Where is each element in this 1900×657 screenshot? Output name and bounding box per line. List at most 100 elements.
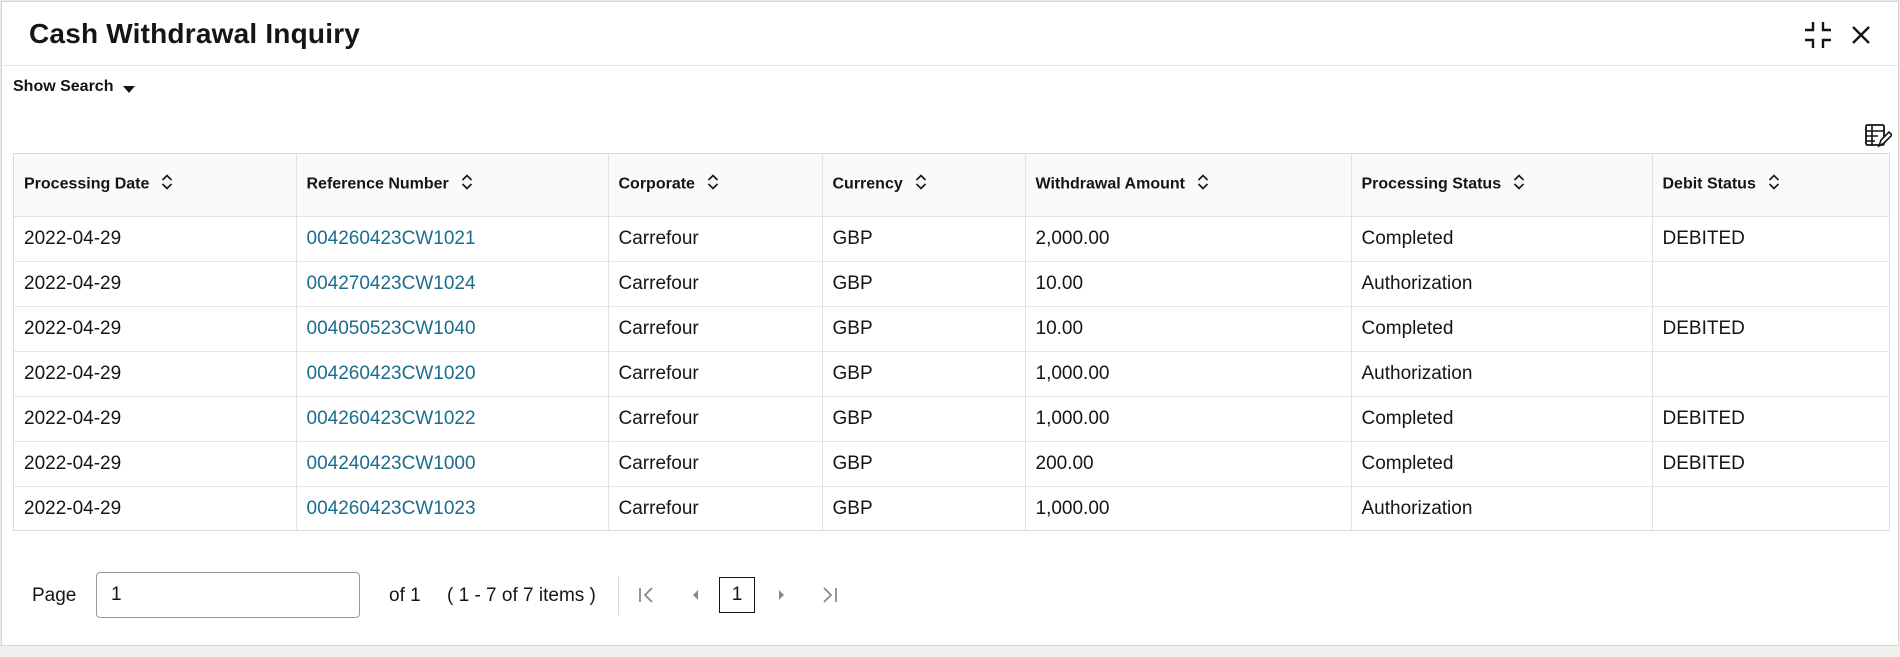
- table-cell: 10.00: [1025, 305, 1352, 351]
- table-cell: Authorization: [1351, 260, 1653, 306]
- reference-number-link[interactable]: 004260423CW1021: [307, 228, 476, 249]
- column-header[interactable]: Reference Number: [296, 154, 609, 217]
- table-cell: DEBITED: [1652, 305, 1889, 351]
- table-row: 2022-04-29 004260423CW1023 Carrefour GBP 1,0…: [14, 485, 1889, 531]
- last-page-icon: [823, 587, 837, 603]
- table-row: 2022-04-29 004260423CW1020 Carrefour GBP 1,0…: [14, 350, 1889, 396]
- table-row: 2022-04-29 004260423CW1022 Carrefour GBP 1,0…: [14, 395, 1889, 441]
- table-cell: Completed: [1351, 440, 1653, 486]
- table-cell: Carrefour: [608, 260, 823, 306]
- table-cell: DEBITED: [1652, 440, 1889, 486]
- table-cell: 1,000.00: [1025, 395, 1352, 441]
- sort-icon[interactable]: [1513, 173, 1525, 196]
- table-cell: 1,000.00: [1025, 485, 1352, 531]
- table-cell: 2022-04-29: [14, 485, 297, 531]
- items-count-label: ( 1 - 7 of 7 items ): [447, 585, 596, 606]
- table-cell: DEBITED: [1662, 227, 1745, 249]
- next-page-button[interactable]: [768, 581, 796, 609]
- table-cell: 004260423CW1023: [296, 485, 609, 531]
- edit-columns-button[interactable]: [1864, 122, 1894, 150]
- sort-icon[interactable]: [1768, 173, 1780, 196]
- column-header-label: Currency: [832, 175, 903, 193]
- last-page-button[interactable]: [816, 581, 844, 609]
- column-header-label: Processing Date: [24, 175, 150, 193]
- table-row: 2022-04-29 004240423CW1000 Carrefour GBP 200…: [14, 440, 1889, 486]
- table-cell: 004270423CW1024: [296, 260, 609, 306]
- table-cell: 2022-04-29: [14, 216, 297, 261]
- column-header[interactable]: Currency: [822, 154, 1026, 217]
- sort-icon[interactable]: [1197, 173, 1209, 196]
- page-of-label: of 1: [389, 585, 421, 606]
- table-cell: Carrefour: [608, 350, 823, 396]
- table-row: 2022-04-29 004050523CW1040 Carrefour GBP 10.…: [14, 305, 1889, 351]
- withdrawal-table: Processing Date Reference Number Corporate…: [13, 153, 1890, 531]
- table-cell: Carrefour: [608, 305, 823, 351]
- table-row: 2022-04-29 004270423CW1024 Carrefour GBP 10.…: [14, 260, 1889, 306]
- page-title: Cash Withdrawal Inquiry: [29, 18, 361, 49]
- column-header[interactable]: Processing Status: [1351, 154, 1653, 217]
- table-row: 2022-04-29 004260423CW1021 Carrefour GBP 2,0…: [14, 216, 1889, 261]
- sort-icon[interactable]: [461, 173, 473, 196]
- column-header[interactable]: Withdrawal Amount: [1025, 154, 1352, 217]
- table-cell: GBP: [822, 440, 1026, 486]
- table-cell: GBP: [822, 305, 1026, 351]
- table-cell: 2022-04-29: [14, 350, 297, 396]
- minimize-button[interactable]: [1803, 20, 1833, 50]
- show-search-toggle[interactable]: Show Search: [13, 78, 136, 96]
- edit-columns-icon: [1865, 124, 1894, 148]
- column-header-label: Debit Status: [1662, 175, 1756, 193]
- column-header[interactable]: Processing Date: [14, 154, 297, 217]
- table-body: 2022-04-29 004260423CW1021 Carrefour GBP 2,0…: [14, 216, 1889, 531]
- column-header-label: Corporate: [618, 175, 695, 193]
- table-cell: 2,000.00: [1025, 216, 1352, 261]
- table-cell: 2022-04-29: [14, 260, 297, 306]
- table-cell: 004260423CW1020: [296, 350, 609, 396]
- table-cell: Completed: [1351, 216, 1653, 261]
- table-cell: GBP: [822, 485, 1026, 531]
- table-cell: 200.00: [1025, 440, 1352, 486]
- previous-page-button[interactable]: [681, 581, 709, 609]
- reference-number-link[interactable]: 004260423CW1020: [307, 363, 476, 384]
- table-cell: Carrefour: [608, 216, 823, 261]
- page-footer-strip: [0, 646, 1900, 657]
- column-header[interactable]: Debit Status: [1652, 154, 1889, 217]
- table-cell: Carrefour: [608, 485, 823, 531]
- table-cell: DEBITED: [1652, 395, 1889, 441]
- current-page-button[interactable]: 1: [719, 577, 755, 613]
- table-cell: Completed: [1351, 395, 1653, 441]
- table-cell: 004260423CW1021: [296, 216, 609, 261]
- reference-number-link[interactable]: 004260423CW1022: [307, 408, 476, 429]
- reference-number-link[interactable]: 004050523CW1040: [307, 318, 476, 339]
- sort-icon[interactable]: [161, 173, 173, 196]
- table-cell: 10.00: [1025, 260, 1352, 306]
- first-page-icon: [639, 587, 653, 603]
- column-header[interactable]: Corporate: [608, 154, 823, 217]
- column-header-label: Withdrawal Amount: [1035, 175, 1185, 193]
- page-label: Page: [32, 585, 77, 606]
- table-header-row: Processing Date Reference Number Corporate…: [14, 154, 1889, 217]
- window-header: Cash Withdrawal Inquiry: [2, 2, 1898, 66]
- reference-number-link[interactable]: 004240423CW1000: [307, 453, 476, 474]
- next-page-icon: [779, 590, 784, 600]
- table-cell: 004240423CW1000: [296, 440, 609, 486]
- page-number-input[interactable]: [96, 572, 360, 618]
- table-cell: 2022-04-29: [14, 395, 297, 441]
- reference-number-link[interactable]: 004270423CW1024: [307, 273, 476, 294]
- table-cell: [1652, 485, 1889, 531]
- close-button[interactable]: [1846, 20, 1876, 50]
- table-cell: 004260423CW1022: [296, 395, 609, 441]
- sort-icon[interactable]: [707, 173, 719, 196]
- table-cell: GBP: [822, 350, 1026, 396]
- reference-number-link[interactable]: 004260423CW1023: [307, 498, 476, 519]
- sort-icon[interactable]: [915, 173, 927, 196]
- table-cell: Authorization: [1351, 350, 1653, 396]
- caret-down-icon: [123, 86, 136, 93]
- table-cell: 2022-04-29: [14, 305, 297, 351]
- table-cell: [1652, 260, 1889, 306]
- close-icon: [1852, 26, 1870, 44]
- table-cell: 1,000.00: [1025, 350, 1352, 396]
- cash-withdrawal-inquiry-window: Cash Withdrawal Inquiry Show Search Proc…: [1, 1, 1899, 646]
- table-cell: Carrefour: [608, 395, 823, 441]
- first-page-button[interactable]: [632, 581, 660, 609]
- column-header-label: Processing Status: [1361, 175, 1502, 193]
